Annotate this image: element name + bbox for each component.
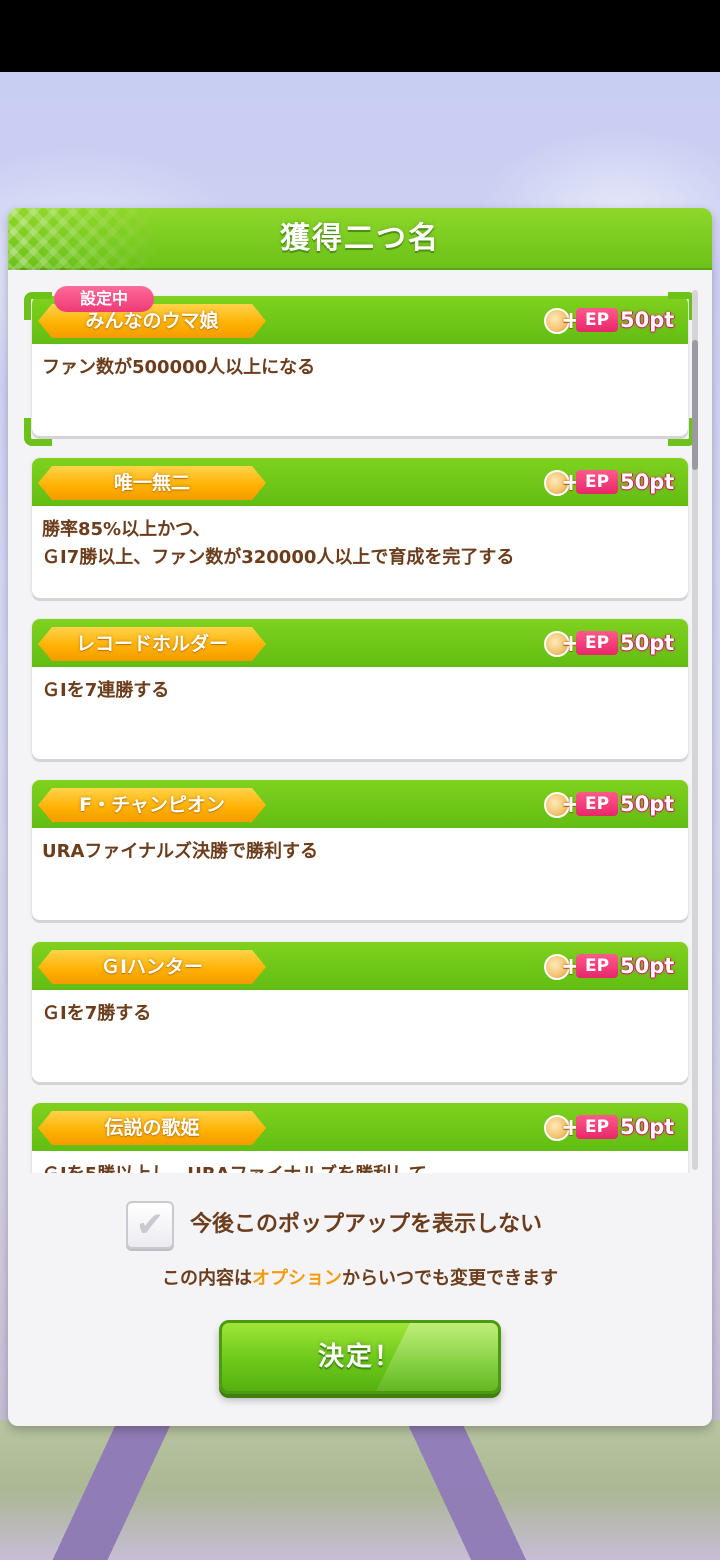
title-name: レコードホルダー — [75, 633, 228, 655]
ep-points: 50pt — [620, 631, 675, 655]
dialog-header: 獲得二つ名 — [8, 208, 712, 270]
title-list[interactable]: みんなのウマ娘 + EP 50pt ファン数が500000人以上になる 唯一無二… — [24, 288, 696, 1173]
ep-badge: EP — [576, 954, 618, 978]
title-card[interactable]: F・チャンピオン + EP 50pt URAファイナルズ決勝で勝利する — [32, 780, 688, 920]
title-condition: ＧⅠを7勝する — [42, 1003, 152, 1024]
ep-badge: EP — [576, 631, 618, 655]
title-condition: ＧⅠを5勝以上し、URAファイナルズを勝利して — [42, 1161, 678, 1173]
ep-points: 50pt — [620, 792, 675, 816]
confirm-button[interactable]: 決定！ — [219, 1320, 501, 1394]
ep-badge: EP — [576, 1115, 618, 1139]
title-name: 唯一無二 — [113, 472, 190, 494]
confirm-label: 決定！ — [317, 1342, 402, 1372]
ep-points: 50pt — [620, 954, 675, 978]
scroll-thumb[interactable] — [692, 340, 698, 470]
option-note: この内容はオプションからいつでも変更できます — [8, 1264, 712, 1294]
title-condition: ファン数が500000人以上になる — [42, 357, 316, 378]
status-bar — [0, 0, 720, 72]
options-link: オプション — [252, 1268, 342, 1289]
ep-points: 50pt — [620, 1115, 675, 1139]
title-card[interactable]: レコードホルダー + EP 50pt ＧⅠを7連勝する — [32, 619, 688, 759]
title-name: 伝説の歌姫 — [104, 1117, 200, 1139]
title-name: ＧⅠハンター — [100, 956, 204, 978]
selected-frame-corner — [24, 292, 52, 320]
ep-badge: EP — [576, 792, 618, 816]
background-scene-bottom — [0, 1420, 720, 1560]
selected-badge: 設定中 — [54, 286, 154, 312]
title-card[interactable]: ＧⅠハンター + EP 50pt ＧⅠを7勝する — [32, 942, 688, 1082]
ep-points: 50pt — [620, 470, 675, 494]
title-condition: URAファイナルズ決勝で勝利する — [42, 841, 319, 862]
title-card[interactable]: 唯一無二 + EP 50pt 勝率85%以上かつ、 ＧⅠ7勝以上、ファン数が32… — [32, 458, 688, 598]
ep-badge: EP — [576, 470, 618, 494]
hide-popup-checkbox[interactable]: ✔ — [126, 1201, 174, 1249]
hide-popup-label[interactable]: 今後このポップアップを表示しない — [190, 1207, 610, 1243]
title-condition: ＧⅠを7連勝する — [42, 680, 170, 701]
ep-badge: EP — [576, 308, 618, 332]
title-acquired-dialog: 獲得二つ名 みんなのウマ娘 + EP 50pt ファン数が500000人以上にな… — [8, 208, 712, 1426]
check-icon: ✔ — [135, 1205, 165, 1245]
title-card[interactable]: 伝説の歌姫 + EP 50pt ＧⅠを5勝以上し、URAファイナルズを勝利して — [32, 1103, 688, 1173]
title-card[interactable]: みんなのウマ娘 + EP 50pt ファン数が500000人以上になる — [32, 296, 688, 436]
title-condition: 勝率85%以上かつ、 ＧⅠ7勝以上、ファン数が320000人以上で育成を完了する — [42, 519, 515, 568]
title-name: F・チャンピオン — [79, 794, 225, 816]
dialog-title: 獲得二つ名 — [280, 221, 440, 256]
note-suffix: からいつでも変更できます — [342, 1268, 558, 1289]
list-scrollbar[interactable] — [692, 290, 698, 1170]
selected-frame-corner — [24, 418, 52, 446]
note-prefix: この内容は — [162, 1268, 252, 1289]
